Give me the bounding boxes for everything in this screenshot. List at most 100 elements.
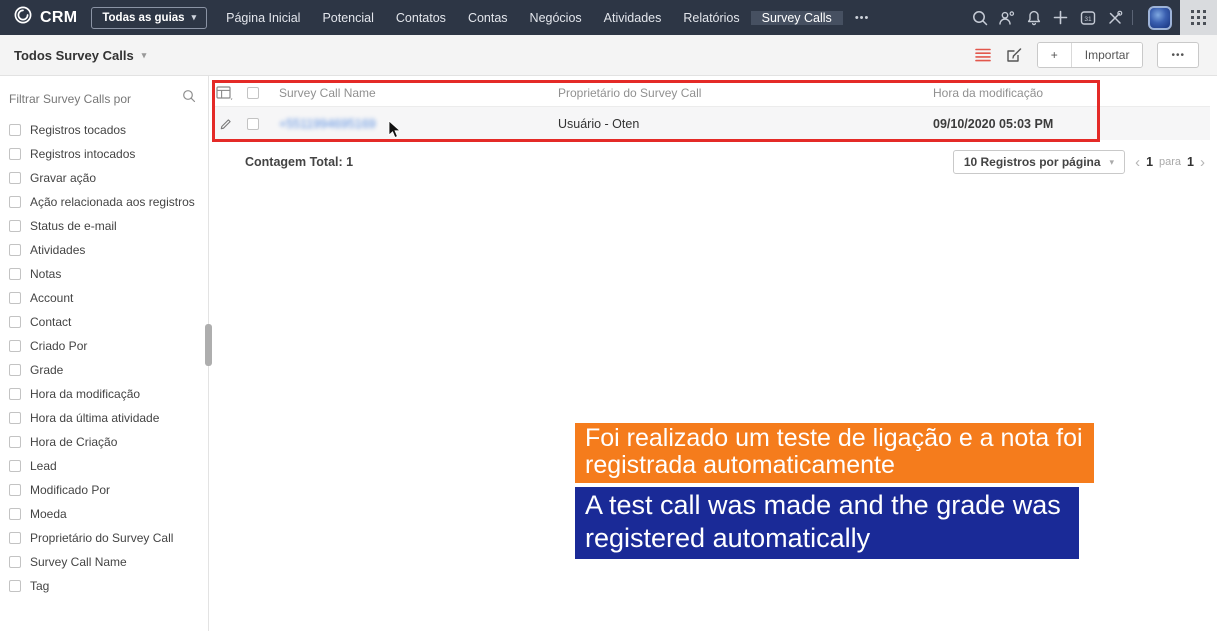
all-tabs-button[interactable]: Todas as guias ▾ [91,6,208,29]
survey-call-owner: Usuário - Oten [558,116,640,131]
filter-item[interactable]: Grade [0,358,208,382]
filter-item[interactable]: Atividades [0,238,208,262]
checkbox[interactable] [9,484,21,496]
filter-item-label: Modificado Por [30,483,111,497]
navbar-icons: 31 [966,0,1217,35]
tools-icon[interactable] [1101,0,1128,35]
records-per-page-select[interactable]: 10 Registros por página ▾ [952,150,1126,174]
nav-item[interactable]: Relatórios [672,0,750,35]
svg-text:31: 31 [1084,15,1092,22]
nav-item[interactable]: Atividades [593,0,673,35]
plus-icon[interactable] [1047,0,1074,35]
table-row[interactable]: +5511994695169 Usuário - Oten 09/10/2020… [212,107,1210,140]
view-more-button[interactable]: ••• [1157,42,1199,68]
nav-more-button[interactable]: ••• [843,12,882,24]
list-view-icon[interactable] [974,48,991,62]
checkbox[interactable] [9,148,21,160]
all-tabs-label: Todas as guias [102,11,185,24]
nav-item[interactable]: Potencial [311,0,384,35]
sidebar-scrollbar-thumb[interactable] [205,324,212,366]
checkbox[interactable] [9,532,21,544]
checkbox[interactable] [9,268,21,280]
checkbox[interactable] [9,292,21,304]
checkbox[interactable] [9,556,21,568]
filter-item[interactable]: Ação relacionada aos registros [0,190,208,214]
search-icon[interactable] [966,0,993,35]
chevron-down-icon: ▾ [191,12,197,22]
checkbox[interactable] [9,340,21,352]
nav-item-survey-calls[interactable]: Survey Calls [750,10,843,25]
filter-item-label: Hora de Criação [30,435,118,449]
pager: ‹ 1 para 1 › [1135,155,1205,170]
calendar-icon[interactable]: 31 [1074,0,1101,35]
top-navbar: CRM Todas as guias ▾ Página Inicial Pote… [0,0,1217,35]
next-page-icon[interactable]: › [1200,155,1205,170]
filter-title: Filtrar Survey Calls por [9,91,132,106]
edit-pencil-icon[interactable] [212,117,239,131]
add-user-icon[interactable] [993,0,1020,35]
checkbox[interactable] [9,580,21,592]
chevron-down-icon: ▾ [141,49,147,60]
column-manager-icon[interactable] [212,85,239,101]
column-header[interactable]: Hora da modificação [921,86,1210,100]
add-record-button[interactable]: + [1037,43,1071,67]
checkbox[interactable] [9,316,21,328]
checkbox[interactable] [9,460,21,472]
filter-item-label: Notas [30,267,62,281]
avatar[interactable] [1148,5,1172,30]
filter-item[interactable]: Lead [0,454,208,478]
column-header[interactable]: Survey Call Name [267,86,546,100]
checkbox[interactable] [9,172,21,184]
nav-item[interactable]: Contatos [385,0,457,35]
nav-item[interactable]: Página Inicial [215,0,311,35]
top-nav-tabs: Página Inicial Potencial Contatos Contas… [215,0,751,35]
brand-name: CRM [40,8,78,26]
filter-item[interactable]: Survey Call Name [0,550,208,574]
checkbox[interactable] [9,436,21,448]
checkbox[interactable] [9,124,21,136]
customize-view-icon[interactable] [1005,47,1023,64]
filter-item[interactable]: Hora da modificação [0,382,208,406]
filter-item[interactable]: Contact [0,310,208,334]
row-checkbox[interactable] [239,117,267,130]
view-selector[interactable]: Todos Survey Calls ▾ [14,48,146,63]
callout-portuguese: Foi realizado um teste de ligação e a no… [575,423,1094,483]
filter-item[interactable]: Moeda [0,502,208,526]
nav-item[interactable]: Contas [457,0,519,35]
filter-item[interactable]: Registros intocados [0,142,208,166]
checkbox[interactable] [9,196,21,208]
filter-item[interactable]: Tag [0,574,208,598]
bell-icon[interactable] [1020,0,1047,35]
filter-item[interactable]: Gravar ação [0,166,208,190]
filter-item[interactable]: Criado Por [0,334,208,358]
filter-item-label: Proprietário do Survey Call [30,531,174,545]
filter-item[interactable]: Proprietário do Survey Call [0,526,208,550]
checkbox[interactable] [9,364,21,376]
filter-item[interactable]: Account [0,286,208,310]
filter-item[interactable]: Modificado Por [0,478,208,502]
checkbox[interactable] [9,388,21,400]
apps-grid-icon[interactable] [1180,0,1217,35]
per-page-label: 10 Registros por página [963,155,1101,169]
view-title-label: Todos Survey Calls [14,47,134,63]
survey-call-name-link[interactable]: +5511994695169 [279,117,376,131]
column-header[interactable]: Proprietário do Survey Call [546,86,921,100]
checkbox[interactable] [9,508,21,520]
filter-item[interactable]: Hora da última atividade [0,406,208,430]
checkbox[interactable] [9,220,21,232]
filter-item[interactable]: Registros tocados [0,118,208,142]
filter-item[interactable]: Hora de Criação [0,430,208,454]
checkbox[interactable] [9,244,21,256]
nav-item[interactable]: Negócios [519,0,593,35]
filter-sidebar: Filtrar Survey Calls por Registros tocad… [0,76,209,631]
select-all-checkbox[interactable] [239,87,267,99]
import-button[interactable]: Importar [1070,43,1143,67]
prev-page-icon[interactable]: ‹ [1135,155,1140,170]
checkbox[interactable] [9,412,21,424]
filter-search-icon[interactable] [182,89,196,108]
filter-item-label: Tag [30,579,50,593]
filter-item[interactable]: Status de e-mail [0,214,208,238]
filter-item[interactable]: Notas [0,262,208,286]
callout-english: A test call was made and the grade was r… [575,487,1079,559]
brand: CRM [0,5,91,30]
